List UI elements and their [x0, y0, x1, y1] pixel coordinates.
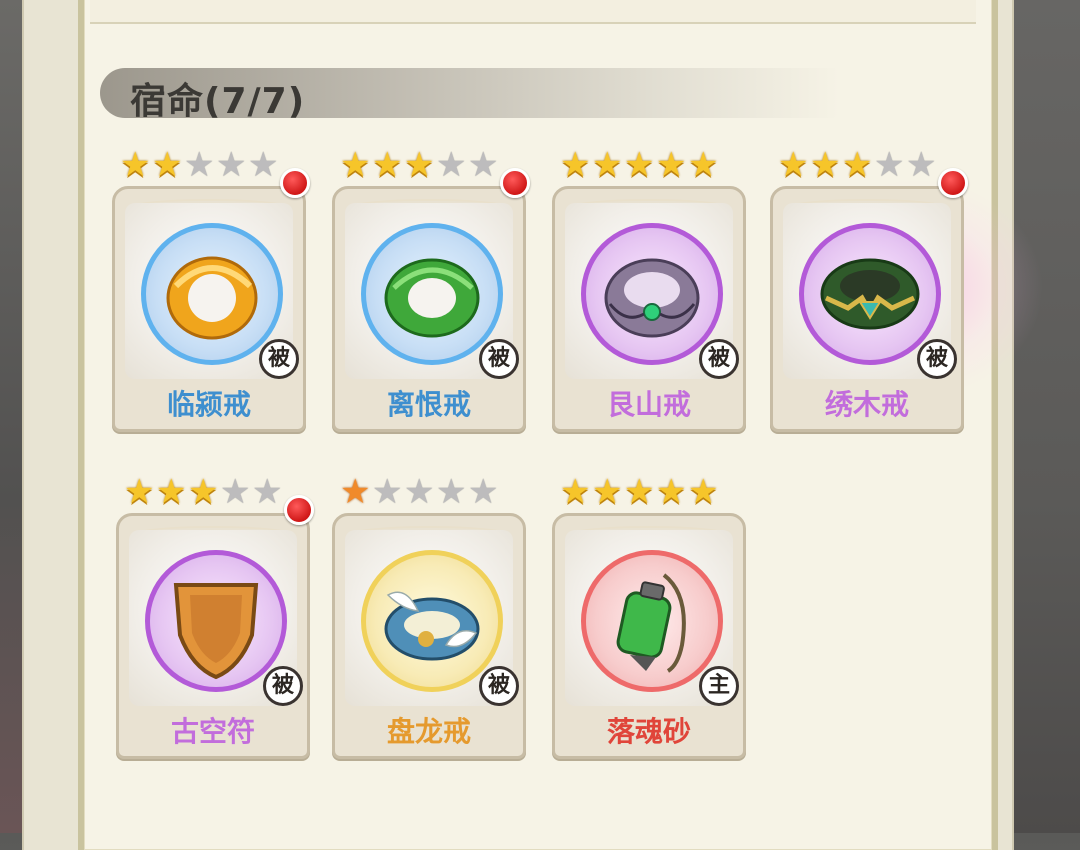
card-frame: 被 盘龙戒 — [332, 513, 526, 759]
fate-card[interactable]: 被 艮山戒 ★ ★ ★ ★ ★ — [546, 148, 746, 438]
item-frame — [361, 550, 503, 692]
emerald-ornate-ring-icon — [820, 258, 920, 330]
star-icon: ★ — [874, 145, 905, 185]
notification-dot — [500, 168, 530, 198]
silver-gem-ring-icon — [604, 258, 700, 338]
star-icon: ★ — [436, 472, 467, 512]
star-rating: ★ ★ ★ ★ ★ — [120, 148, 280, 188]
star-icon: ★ — [404, 472, 435, 512]
right-background — [1010, 0, 1080, 833]
star-icon: ★ — [124, 472, 155, 512]
star-rating: ★ ★ ★ ★ ★ — [560, 148, 720, 188]
star-icon: ★ — [560, 145, 591, 185]
card-name: 临颍戒 — [166, 388, 251, 421]
star-icon: ★ — [152, 145, 183, 185]
star-icon: ★ — [468, 145, 499, 185]
gold-ring-icon — [166, 256, 258, 340]
star-icon: ★ — [184, 145, 215, 185]
item-frame — [581, 223, 723, 365]
star-icon: ★ — [810, 145, 841, 185]
fate-card[interactable]: 主 落魂砂 ★ ★ ★ ★ ★ — [546, 475, 746, 765]
star-rating: ★ ★ ★ ★ ★ — [124, 475, 284, 515]
star-rating: ★ ★ ★ ★ ★ — [340, 148, 500, 188]
fate-card[interactable]: 被 离恨戒 ★ ★ ★ ★ ★ — [326, 148, 530, 438]
star-icon: ★ — [216, 145, 247, 185]
card-frame: 被 古空符 — [116, 513, 310, 759]
passive-badge: 被 — [699, 339, 739, 379]
bronze-talisman-icon — [173, 583, 259, 680]
star-rating: ★ ★ ★ ★ ★ — [778, 148, 938, 188]
notification-dot — [284, 495, 314, 525]
star-icon: ★ — [592, 145, 623, 185]
star-icon: ★ — [248, 145, 279, 185]
star-icon: ★ — [340, 145, 371, 185]
card-name: 落魂砂 — [606, 715, 691, 748]
card-name: 古空符 — [170, 715, 255, 748]
star-icon: ★ — [560, 472, 591, 512]
passive-badge: 被 — [917, 339, 957, 379]
sand-vial-icon — [616, 573, 686, 673]
card-name: 盘龙戒 — [386, 715, 471, 748]
item-frame — [581, 550, 723, 692]
passive-badge: 被 — [479, 339, 519, 379]
notification-dot — [280, 168, 310, 198]
star-icon: ★ — [778, 145, 809, 185]
card-frame: 主 落魂砂 — [552, 513, 746, 759]
card-frame: 被 离恨戒 — [332, 186, 526, 432]
star-rating: ★ ★ ★ ★ ★ — [560, 475, 720, 515]
passive-badge: 被 — [263, 666, 303, 706]
star-icon: ★ — [688, 145, 719, 185]
star-icon: ★ — [592, 472, 623, 512]
star-icon: ★ — [220, 472, 251, 512]
star-icon: ★ — [656, 145, 687, 185]
star-icon: ★ — [340, 472, 371, 512]
star-rating: ★ ★ ★ ★ ★ — [340, 475, 500, 515]
fate-card[interactable]: 被 盘龙戒 ★ ★ ★ ★ ★ — [326, 475, 526, 765]
star-icon: ★ — [624, 472, 655, 512]
star-icon: ★ — [436, 145, 467, 185]
item-frame — [799, 223, 941, 365]
item-frame — [141, 223, 283, 365]
section-header: 宿命(7/7) — [100, 58, 840, 128]
star-icon: ★ — [624, 145, 655, 185]
passive-badge: 被 — [479, 666, 519, 706]
card-frame: 被 艮山戒 — [552, 186, 746, 432]
star-icon: ★ — [656, 472, 687, 512]
card-name: 艮山戒 — [606, 388, 691, 421]
item-frame — [361, 223, 503, 365]
section-title: 宿命(7/7) — [130, 81, 306, 122]
star-icon: ★ — [404, 145, 435, 185]
item-frame — [145, 550, 287, 692]
green-jade-ring-icon — [384, 258, 480, 338]
notification-dot — [938, 168, 968, 198]
star-icon: ★ — [372, 472, 403, 512]
card-frame: 被 绣木戒 — [770, 186, 964, 432]
panel-top-divider — [90, 0, 976, 24]
left-background — [0, 0, 22, 833]
star-icon: ★ — [120, 145, 151, 185]
card-name: 离恨戒 — [386, 388, 471, 421]
star-icon: ★ — [688, 472, 719, 512]
card-frame: 被 临颍戒 — [112, 186, 306, 432]
star-icon: ★ — [372, 145, 403, 185]
winged-ring-icon — [384, 591, 480, 661]
star-icon: ★ — [906, 145, 937, 185]
star-icon: ★ — [188, 472, 219, 512]
star-icon: ★ — [252, 472, 283, 512]
passive-badge: 被 — [259, 339, 299, 379]
star-icon: ★ — [156, 472, 187, 512]
active-badge: 主 — [699, 666, 739, 706]
fate-card[interactable]: 被 临颍戒 ★ ★ ★ ★ ★ — [106, 148, 310, 438]
star-icon: ★ — [842, 145, 873, 185]
fate-card[interactable]: 被 古空符 ★ ★ ★ ★ ★ — [110, 475, 314, 765]
card-name: 绣木戒 — [824, 388, 909, 421]
star-icon: ★ — [468, 472, 499, 512]
fate-card[interactable]: 被 绣木戒 ★ ★ ★ ★ ★ — [764, 148, 1044, 438]
